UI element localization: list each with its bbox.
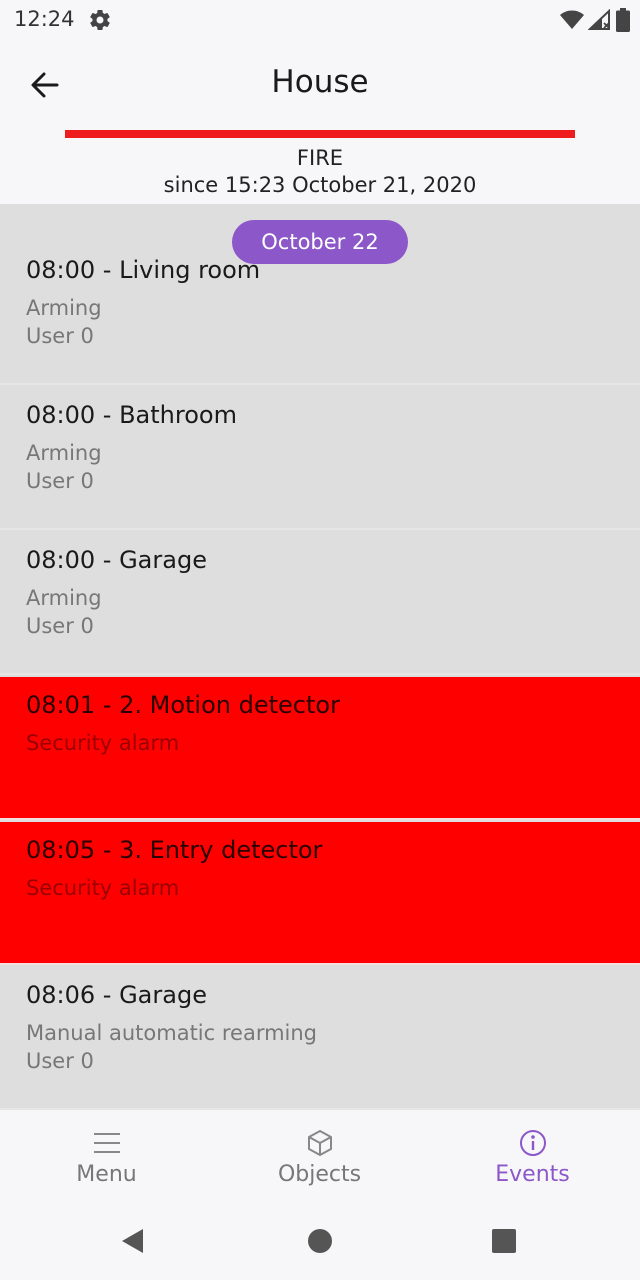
event-user: User 0 — [26, 469, 94, 493]
menu-icon — [93, 1133, 120, 1153]
system-navigation-bar — [0, 1202, 640, 1280]
event-type: Arming — [26, 296, 102, 320]
cube-icon — [307, 1130, 332, 1156]
battery-icon — [616, 8, 630, 32]
system-home-icon[interactable] — [305, 1226, 335, 1256]
event-type: Manual automatic rearming — [26, 1021, 318, 1045]
status-bar: 12:24 — [0, 0, 640, 40]
wifi-icon — [560, 10, 584, 29]
event-type: Security alarm — [26, 731, 180, 755]
app-bar: House — [0, 40, 640, 130]
event-item-alarm[interactable]: 08:01 - 2. Motion detector Security alar… — [0, 677, 640, 820]
event-item[interactable]: 08:00 - Garage Arming User 0 — [0, 532, 640, 675]
cell-signal-icon — [588, 9, 610, 30]
nav-item-events[interactable]: Events — [426, 1110, 639, 1202]
nav-label-events: Events — [495, 1162, 570, 1187]
alarm-indicator-bar — [65, 130, 575, 138]
nav-label-menu: Menu — [76, 1162, 137, 1187]
status-icons — [560, 8, 630, 32]
event-title: 08:00 - Bathroom — [26, 401, 237, 429]
nav-label-objects: Objects — [277, 1162, 362, 1187]
event-item-alarm[interactable]: 08:05 - 3. Entry detector Security alarm — [0, 822, 640, 965]
page-title: House — [271, 64, 369, 100]
system-back-icon[interactable] — [118, 1226, 148, 1256]
event-item[interactable]: 08:06 - Garage Manual automatic rearming… — [0, 967, 640, 1110]
event-title: 08:05 - 3. Entry detector — [26, 836, 323, 864]
nav-item-menu[interactable]: Menu — [0, 1110, 213, 1202]
bottom-navigation: Menu Objects Events — [0, 1110, 640, 1202]
event-title: 08:01 - 2. Motion detector — [26, 691, 340, 719]
event-user: User 0 — [26, 324, 94, 348]
alarm-since-label: since 15:23 October 21, 2020 — [163, 173, 477, 197]
status-time: 12:24 — [14, 7, 75, 31]
event-title: 08:00 - Living room — [26, 256, 261, 284]
nav-item-objects[interactable]: Objects — [213, 1110, 426, 1202]
info-icon — [519, 1130, 546, 1156]
event-type: Arming — [26, 441, 102, 465]
event-user: User 0 — [26, 1049, 94, 1073]
settings-gear-icon — [90, 10, 110, 31]
event-title: 08:00 - Garage — [26, 546, 207, 574]
event-item[interactable]: 08:00 - Bathroom Arming User 0 — [0, 387, 640, 530]
date-chip: October 22 — [232, 220, 408, 264]
alarm-status-label: FIRE — [296, 146, 344, 170]
event-title: 08:06 - Garage — [26, 981, 207, 1009]
system-recents-icon[interactable] — [489, 1226, 519, 1256]
event-type: Arming — [26, 586, 102, 610]
event-user: User 0 — [26, 614, 94, 638]
event-list[interactable]: October 22 08:00 - Living room Arming Us… — [0, 204, 640, 1110]
event-type: Security alarm — [26, 876, 180, 900]
